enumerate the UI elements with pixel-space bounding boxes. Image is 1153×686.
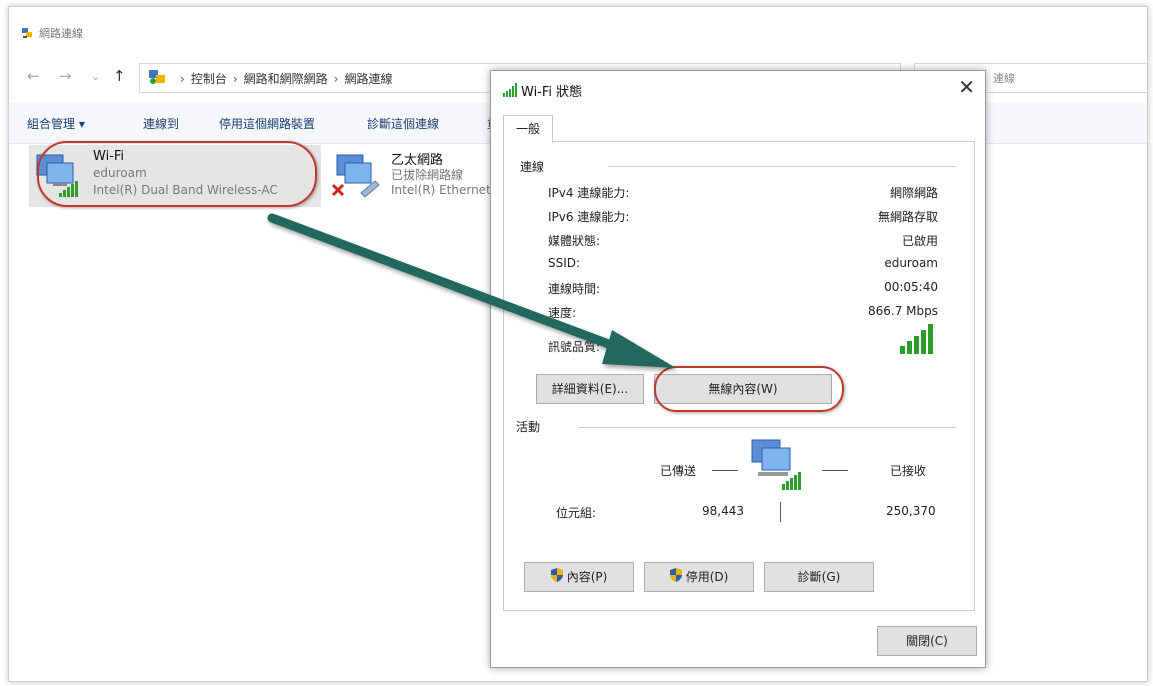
bytes-received-value: 250,370 (886, 504, 936, 518)
ipv6-value: 無網路存取 (877, 210, 938, 224)
sent-line (712, 470, 738, 471)
close-button[interactable]: 關閉(C) (877, 626, 977, 656)
activity-group-line (578, 427, 956, 428)
forward-button[interactable]: → (59, 67, 72, 85)
ethernet-adapter-icon (331, 151, 381, 205)
wifi-signal-icon (503, 82, 519, 101)
speed-label: 速度: (548, 306, 577, 320)
ssid-value: eduroam (884, 256, 938, 270)
computer-icon (750, 438, 806, 496)
shield-icon (669, 564, 682, 592)
duration-label: 連線時間: (548, 282, 601, 296)
ipv6-label: IPv6 連線能力: (548, 210, 630, 224)
bytes-sent-value: 98,443 (702, 504, 744, 518)
disable-device-button[interactable]: 停用這個網路裝置 (219, 115, 315, 132)
disable-button[interactable]: 停用(D) (644, 562, 754, 592)
bytes-label: 位元組: (556, 506, 597, 520)
explorer-title-text: 網路連線 (39, 27, 83, 40)
connection-group-title: 連線 (520, 160, 545, 174)
tab-general[interactable]: 一般 (503, 115, 553, 143)
network-connections-icon (21, 27, 33, 42)
wireless-properties-highlight-oval (654, 366, 844, 412)
bytes-separator (780, 502, 781, 522)
signal-quality-icon (900, 324, 936, 358)
breadcrumb-network-connections[interactable]: 網路連線 (344, 72, 392, 86)
ethernet-status: 已拔除網路線 (391, 168, 464, 182)
sent-label: 已傳送 (660, 464, 697, 478)
control-panel-icon (148, 69, 166, 89)
disable-button-label: 停用(D) (685, 570, 729, 584)
up-button[interactable]: ↑ (113, 67, 126, 85)
properties-button-label: 內容(P) (566, 570, 608, 584)
activity-group-title: 活動 (516, 420, 541, 434)
back-button[interactable]: ← (27, 67, 40, 85)
media-state-label: 媒體狀態: (548, 234, 601, 248)
search-hint: 連線 (993, 72, 1015, 85)
speed-value: 866.7 Mbps (867, 304, 938, 318)
breadcrumb-network-internet[interactable]: 網路和網際網路 (244, 72, 328, 86)
wifi-status-dialog: Wi-Fi 狀態 ✕ 一般 連線 IPv4 連線能力: 網際網路 IPv6 連線… (490, 70, 986, 668)
breadcrumb: › 控制台 › 網路和網際網路 › 網路連線 (180, 72, 393, 86)
signal-quality-label: 訊號品質: (548, 340, 601, 354)
media-state-value: 已啟用 (901, 234, 938, 248)
connect-to-button[interactable]: 連線到 (143, 115, 179, 132)
tab-strip: 一般 (503, 115, 975, 143)
shield-icon (550, 564, 563, 592)
wifi-highlight-oval (37, 141, 317, 207)
details-button[interactable]: 詳細資料(E)... (536, 374, 644, 404)
dialog-title: Wi-Fi 狀態 (521, 85, 583, 100)
connection-item-ethernet[interactable]: 乙太網路 已拔除網路線 Intel(R) Ethernet (329, 145, 509, 207)
ipv4-value: 網際網路 (889, 186, 938, 200)
diagnose-connection-button[interactable]: 診斷這個連線 (367, 115, 439, 132)
received-label: 已接收 (890, 464, 927, 478)
general-tab-panel: 連線 IPv4 連線能力: 網際網路 IPv6 連線能力: 無網路存取 媒體狀態… (503, 141, 975, 611)
duration-value: 00:05:40 (884, 280, 938, 294)
breadcrumb-control-panel[interactable]: 控制台 (191, 72, 227, 86)
received-line (822, 470, 848, 471)
close-icon[interactable]: ✕ (958, 75, 975, 99)
diagnose-button[interactable]: 診斷(G) (764, 562, 874, 592)
connection-group-line (608, 166, 956, 167)
recent-locations-button[interactable]: ⌄ (91, 70, 100, 83)
properties-button[interactable]: 內容(P) (524, 562, 634, 592)
organize-button[interactable]: 組合管理 ▾ (27, 115, 85, 132)
ssid-label: SSID: (548, 256, 581, 270)
ipv4-label: IPv4 連線能力: (548, 186, 630, 200)
ethernet-adapter: Intel(R) Ethernet (391, 183, 491, 197)
explorer-title: 網路連線 (21, 25, 83, 42)
